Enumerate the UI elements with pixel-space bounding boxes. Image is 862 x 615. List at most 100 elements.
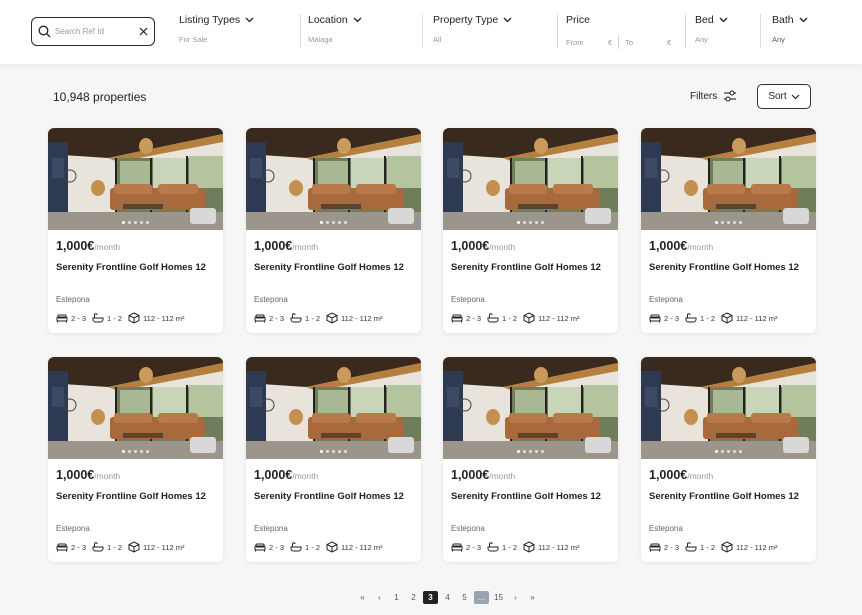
next-page-button[interactable]: › [508,591,523,604]
prev-page-button[interactable]: ‹ [372,591,387,604]
page-ellipsis[interactable]: ... [474,591,489,604]
bed-value: Any [695,35,708,44]
carousel-dot[interactable] [134,450,137,453]
listing-types-filter[interactable]: Listing Types For Sale [179,14,254,44]
carousel-dot[interactable] [122,221,125,224]
listing-features: 2 - 3 1 - 2 112 - 112 m² [451,541,585,553]
carousel-dot[interactable] [517,221,520,224]
property-type-filter[interactable]: Property Type All [433,14,512,44]
listing-title[interactable]: Serenity Frontline Golf Homes 12 [451,262,601,273]
bath-icon [487,542,499,552]
carousel-dot[interactable] [134,221,137,224]
carousel-dot[interactable] [128,221,131,224]
property-photo [641,128,816,230]
listing-title[interactable]: Serenity Frontline Golf Homes 12 [649,491,799,502]
carousel-dot[interactable] [529,450,532,453]
listing-title[interactable]: Serenity Frontline Golf Homes 12 [649,262,799,273]
carousel-dot[interactable] [517,450,520,453]
photo-carousel[interactable] [48,357,223,459]
carousel-dot[interactable] [320,450,323,453]
carousel-dot[interactable] [541,450,544,453]
listing-card[interactable]: 1,000€/month Serenity Frontline Golf Hom… [246,128,421,333]
carousel-dot[interactable] [332,450,335,453]
listing-types-value: For Sale [179,35,208,44]
page-number-button[interactable]: 1 [389,591,404,604]
bath-label: Bath [772,14,794,26]
carousel-dot[interactable] [146,221,149,224]
carousel-dot[interactable] [344,221,347,224]
carousel-dot[interactable] [326,450,329,453]
bath-filter[interactable]: Bath Any [772,14,808,44]
photo-carousel[interactable] [246,357,421,459]
clear-search-button[interactable] [139,27,148,36]
carousel-dot[interactable] [739,221,742,224]
photo-carousel[interactable] [641,357,816,459]
last-page-button[interactable]: » [525,591,540,604]
listing-title[interactable]: Serenity Frontline Golf Homes 12 [254,491,404,502]
carousel-dot[interactable] [733,221,736,224]
photo-carousel[interactable] [48,128,223,230]
carousel-dot[interactable] [721,450,724,453]
listing-location: Estepona [451,524,485,533]
listing-card[interactable]: 1,000€/month Serenity Frontline Golf Hom… [48,357,223,562]
listing-card[interactable]: 1,000€/month Serenity Frontline Golf Hom… [48,128,223,333]
carousel-dot[interactable] [715,450,718,453]
listing-card[interactable]: 1,000€/month Serenity Frontline Golf Hom… [641,357,816,562]
listing-card[interactable]: 1,000€/month Serenity Frontline Golf Hom… [443,128,618,333]
search-box[interactable] [31,17,155,46]
search-input[interactable] [55,27,125,36]
listing-title[interactable]: Serenity Frontline Golf Homes 12 [56,491,206,502]
listing-title[interactable]: Serenity Frontline Golf Homes 12 [56,262,206,273]
page-number-button[interactable]: 2 [406,591,421,604]
page-number-button[interactable]: 4 [440,591,455,604]
carousel-dot[interactable] [122,450,125,453]
carousel-dot[interactable] [733,450,736,453]
listing-features: 2 - 3 1 - 2 112 - 112 m² [649,541,783,553]
photo-carousel[interactable] [443,357,618,459]
carousel-dot[interactable] [128,450,131,453]
carousel-dot[interactable] [338,221,341,224]
carousel-dot[interactable] [523,221,526,224]
photo-carousel[interactable] [641,128,816,230]
listing-title[interactable]: Serenity Frontline Golf Homes 12 [451,491,601,502]
photo-carousel[interactable] [443,128,618,230]
carousel-dot[interactable] [541,221,544,224]
currency-symbol: € [667,37,672,47]
page-number-button[interactable]: 15 [491,591,506,604]
sort-button[interactable]: Sort [757,84,811,109]
filters-button[interactable]: Filters [690,90,737,102]
carousel-dot[interactable] [146,450,149,453]
location-filter[interactable]: Location Málaga [308,14,362,44]
carousel-dot[interactable] [326,221,329,224]
carousel-dot[interactable] [535,450,538,453]
property-photo [48,357,223,459]
carousel-dot[interactable] [140,450,143,453]
listing-location: Estepona [649,295,683,304]
bed-filter[interactable]: Bed Any [695,14,728,44]
carousel-dot[interactable] [320,221,323,224]
location-value: Málaga [308,35,333,44]
listing-card[interactable]: 1,000€/month Serenity Frontline Golf Hom… [246,357,421,562]
first-page-button[interactable]: « [355,591,370,604]
carousel-dot[interactable] [727,450,730,453]
carousel-dot[interactable] [715,221,718,224]
carousel-dot[interactable] [344,450,347,453]
listing-title[interactable]: Serenity Frontline Golf Homes 12 [254,262,404,273]
carousel-dot[interactable] [338,450,341,453]
listing-card[interactable]: 1,000€/month Serenity Frontline Golf Hom… [641,128,816,333]
carousel-dot[interactable] [727,221,730,224]
price-to-input[interactable]: To [625,38,661,47]
price-from-input[interactable]: From [566,38,602,47]
carousel-dot[interactable] [332,221,335,224]
page-number-button[interactable]: 5 [457,591,472,604]
page-number-button[interactable]: 3 [423,591,438,604]
bath-icon [290,313,302,323]
carousel-dot[interactable] [140,221,143,224]
photo-carousel[interactable] [246,128,421,230]
carousel-dot[interactable] [523,450,526,453]
carousel-dot[interactable] [529,221,532,224]
carousel-dot[interactable] [721,221,724,224]
listing-card[interactable]: 1,000€/month Serenity Frontline Golf Hom… [443,357,618,562]
carousel-dot[interactable] [535,221,538,224]
carousel-dot[interactable] [739,450,742,453]
